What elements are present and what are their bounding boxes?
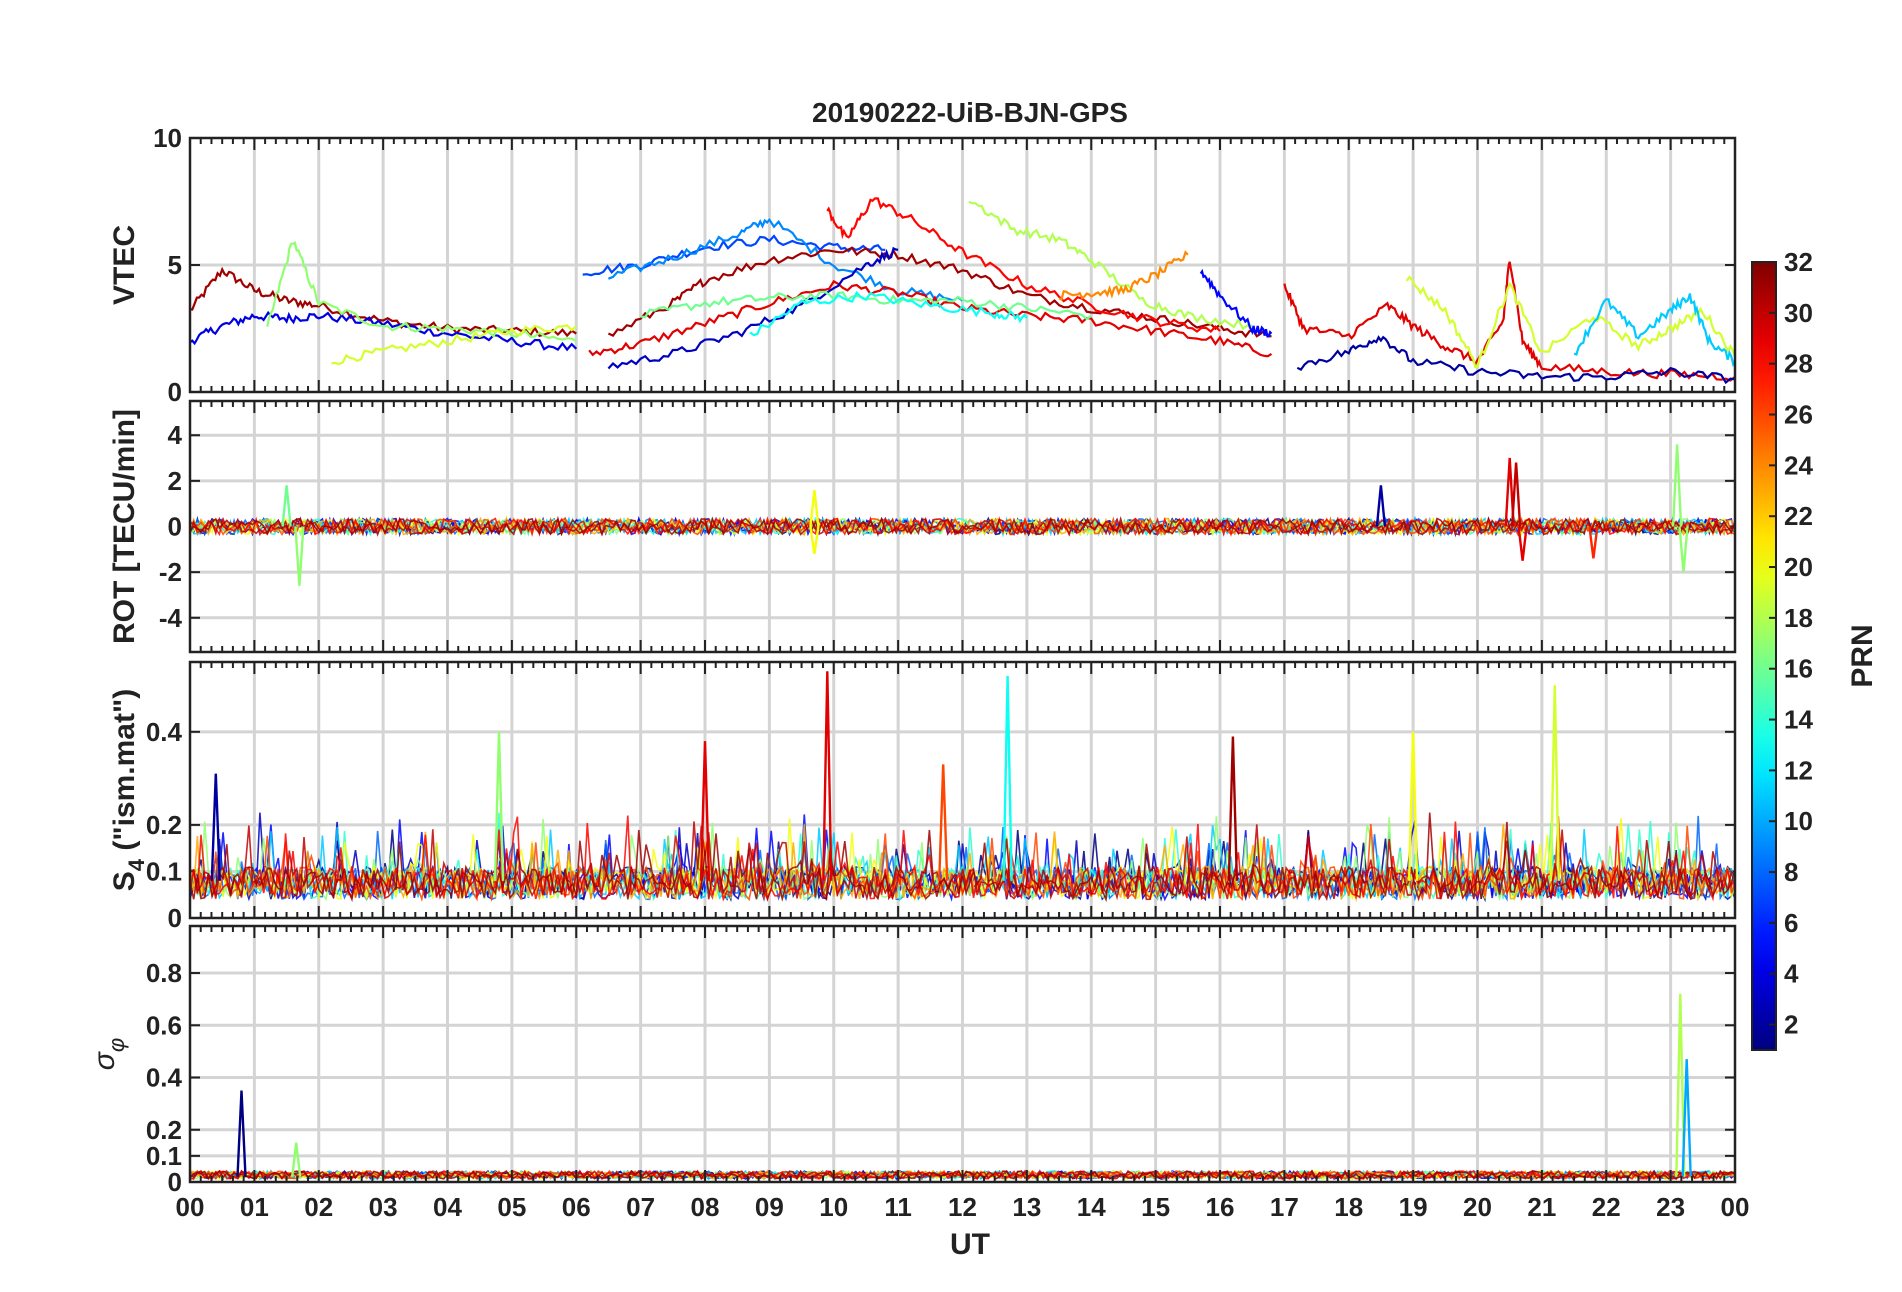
colorbar-tick-label: 26 xyxy=(1784,400,1813,430)
x-tick-label: 04 xyxy=(433,1192,462,1222)
y-tick-label: 0.4 xyxy=(146,1063,183,1093)
x-tick-label: 08 xyxy=(691,1192,720,1222)
y-tick-label: 0 xyxy=(168,512,182,542)
colorbar-tick-label: 32 xyxy=(1784,247,1813,277)
colorbar-tick-label: 18 xyxy=(1784,603,1813,633)
colorbar-gradient xyxy=(1751,261,1777,1051)
y-tick-label: 0.8 xyxy=(146,958,182,988)
y-tick-label: 4 xyxy=(168,420,183,450)
x-tick-label: 16 xyxy=(1206,1192,1235,1222)
y-tick-label: 5 xyxy=(168,250,182,280)
x-tick-label: 21 xyxy=(1527,1192,1556,1222)
x-tick-label: 20 xyxy=(1463,1192,1492,1222)
x-tick-label: 07 xyxy=(626,1192,655,1222)
y-tick-label: 0 xyxy=(168,903,182,933)
x-tick-label: 00 xyxy=(1721,1192,1750,1222)
y-tick-label: 0.1 xyxy=(146,1141,182,1171)
y-axis-label: VTEC xyxy=(108,225,141,305)
x-tick-label: 06 xyxy=(562,1192,591,1222)
colorbar-tick-label: 20 xyxy=(1784,552,1813,582)
x-tick-label: 10 xyxy=(819,1192,848,1222)
x-tick-label: 13 xyxy=(1012,1192,1041,1222)
y-tick-label: 0.2 xyxy=(146,810,182,840)
y-tick-label: 2 xyxy=(168,466,182,496)
y-tick-label: 0.1 xyxy=(146,856,182,886)
figure: 20190222-UiB-BJN-GPS 0510VTEC-4-2024ROT … xyxy=(0,0,1902,1292)
colorbar-tick-label: 24 xyxy=(1784,450,1813,480)
colorbar-tick-label: 22 xyxy=(1784,501,1813,531)
colorbar-tick-label: 6 xyxy=(1784,908,1798,938)
x-tick-label: 22 xyxy=(1592,1192,1621,1222)
x-tick-label: 00 xyxy=(176,1192,205,1222)
x-tick-label: 18 xyxy=(1334,1192,1363,1222)
x-tick-label: 05 xyxy=(497,1192,526,1222)
x-tick-label: 19 xyxy=(1399,1192,1428,1222)
x-tick-label: 03 xyxy=(369,1192,398,1222)
y-tick-label: 10 xyxy=(153,123,182,153)
x-tick-label: 17 xyxy=(1270,1192,1299,1222)
x-tick-label: 02 xyxy=(304,1192,333,1222)
colorbar-tick-label: 12 xyxy=(1784,755,1813,785)
x-axis-label: UT xyxy=(950,1228,990,1261)
y-tick-label: 0 xyxy=(168,377,182,407)
colorbar-tick-label: 30 xyxy=(1784,298,1813,328)
colorbar-tick-label: 2 xyxy=(1784,1010,1798,1040)
x-tick-label: 12 xyxy=(948,1192,977,1222)
y-tick-label: 0.6 xyxy=(146,1010,182,1040)
x-tick-label: 23 xyxy=(1656,1192,1685,1222)
colorbar-label: PRN xyxy=(1846,624,1879,687)
colorbar-tick-label: 28 xyxy=(1784,349,1813,379)
colorbar-tick-label: 10 xyxy=(1784,806,1813,836)
colorbar-tick-label: 14 xyxy=(1784,705,1813,735)
y-axis-label: ROT [TECU/min] xyxy=(108,409,141,644)
chart-title: 20190222-UiB-BJN-GPS xyxy=(812,97,1128,128)
x-tick-label: 11 xyxy=(884,1192,912,1222)
x-tick-label: 15 xyxy=(1141,1192,1170,1222)
x-tick-label: 14 xyxy=(1077,1192,1106,1222)
y-tick-label: -4 xyxy=(159,603,183,633)
y-tick-label: 0.2 xyxy=(146,1115,182,1145)
y-tick-label: -2 xyxy=(159,557,182,587)
colorbar-tick-label: 8 xyxy=(1784,857,1798,887)
y-tick-label: 0.4 xyxy=(146,717,183,747)
x-tick-label: 01 xyxy=(240,1192,269,1222)
colorbar-tick-label: 4 xyxy=(1784,959,1799,989)
colorbar-tick-label: 16 xyxy=(1784,654,1813,684)
x-tick-label: 09 xyxy=(755,1192,784,1222)
